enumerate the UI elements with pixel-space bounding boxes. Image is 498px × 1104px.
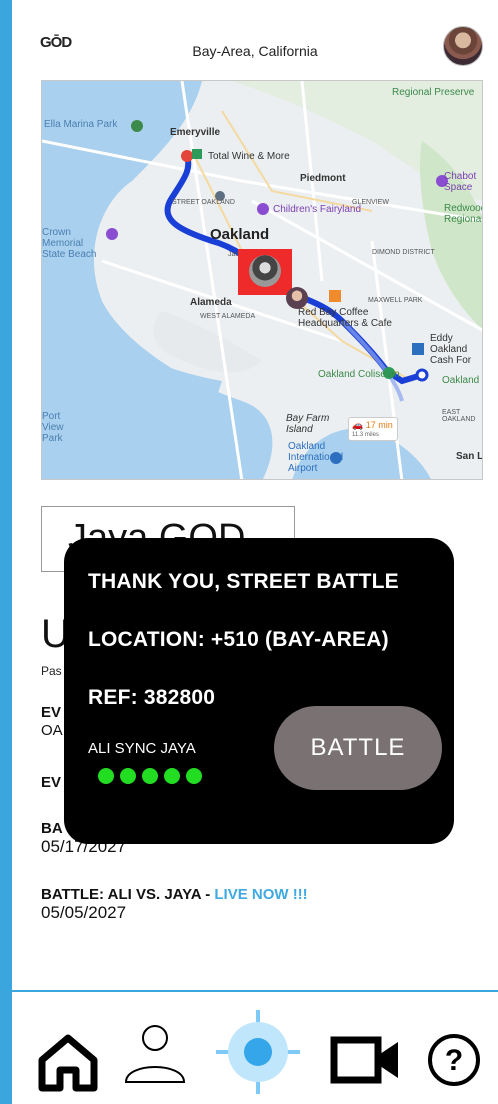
map-label-east-oakland: EAST OAKLAND — [442, 409, 476, 423]
crosshair-icon[interactable] — [216, 1010, 300, 1099]
map-label-chabot: Chabot Space — [444, 171, 477, 193]
eta-distance: 11.3 miles — [352, 432, 379, 438]
location-label: Bay-Area, California — [192, 43, 318, 59]
map-label-maxwell: MAXWELL PARK — [368, 297, 423, 304]
past-events-label: Pas — [41, 664, 62, 678]
eta-time: 17 min — [365, 420, 393, 430]
popup-location: LOCATION: +510 (BAY-AREA) — [88, 628, 389, 651]
profile-avatar[interactable] — [443, 26, 483, 66]
map-label-alameda: Alameda — [190, 297, 232, 308]
map-label-dimond: DIMOND DISTRICT — [372, 249, 435, 256]
popup-ref: REF: 382800 — [88, 686, 216, 709]
map-label-glenview: GLENVIEW — [352, 199, 389, 206]
map-label-piedmont: Piedmont — [300, 173, 346, 184]
map-label-port-park: Port View Park — [42, 411, 64, 444]
top-bar: GŌD Bay-Area, California — [12, 0, 498, 80]
map-label-oakland: Oakland — [210, 226, 270, 243]
map-label-total-wine: Total Wine & More — [208, 151, 290, 162]
sync-dot — [120, 768, 136, 784]
sync-dot — [164, 768, 180, 784]
home-icon[interactable] — [36, 1032, 100, 1097]
map-label-san-leandro: San L — [456, 451, 483, 462]
map-label-coliseum: Oakland Coliseum — [318, 369, 400, 380]
map-label-airport: Oakland International Airport — [288, 441, 344, 474]
event-item[interactable]: EV OA — [41, 704, 63, 740]
map-label-bay-farm: Bay Farm Island — [286, 413, 330, 435]
sync-dot — [186, 768, 202, 784]
map-label-oakland-right: Oakland — [442, 375, 480, 386]
user-icon[interactable] — [122, 1022, 188, 1093]
event-title: BATTLE: ALI VS. JAYA - — [41, 886, 215, 903]
sync-status-label: ALI SYNC JAYA — [88, 740, 196, 757]
battle-location-marker[interactable] — [238, 249, 292, 295]
video-camera-icon[interactable] — [330, 1032, 402, 1093]
bottom-nav: ? — [12, 990, 498, 1104]
map-label-marina: Ella Marina Park — [44, 119, 118, 130]
svg-text:?: ? — [445, 1044, 463, 1077]
sync-progress-dots — [98, 768, 208, 789]
event-title: EV — [41, 704, 62, 721]
map-label-west-alameda: WEST ALAMEDA — [200, 313, 256, 320]
event-item[interactable]: BATTLE: ALI VS. JAYA - LIVE NOW !!! 05/0… — [41, 886, 308, 922]
event-title: EV — [41, 774, 62, 791]
app-screen: GŌD Bay-Area, California Ella Marina Par… — [12, 0, 498, 1104]
popup-thank-you: THANK YOU, STREET BATTLE — [88, 570, 399, 593]
map-label-crown-beach: Crown Memorial State Beach — [42, 227, 97, 260]
sync-dot — [98, 768, 114, 784]
map-view[interactable]: Ella Marina Park Emeryville Total Wine &… — [41, 80, 483, 480]
help-icon[interactable]: ? — [426, 1032, 482, 1093]
map-label-redbay: Red Bay Coffee Headquarters & Cafe — [298, 307, 392, 329]
map-label-regional-preserve: Regional Preserve — [392, 87, 475, 98]
event-subtitle: OA — [41, 722, 63, 739]
live-now-badge[interactable]: LIVE NOW !!! — [214, 886, 307, 903]
map-label-emeryville: Emeryville — [170, 127, 221, 138]
car-icon: 🚗 — [352, 420, 364, 430]
event-date: 05/05/2027 — [41, 903, 127, 922]
map-label-redwood: Redwood Regional — [444, 203, 483, 225]
eta-badge[interactable]: 🚗 17 min 11.3 miles — [348, 417, 398, 441]
opponent-avatar — [249, 255, 281, 287]
battle-confirmation-popup: THANK YOU, STREET BATTLE LOCATION: +510 … — [64, 538, 454, 844]
map-label-eddy: Eddy Oakland Cash For — [430, 333, 472, 366]
user-location-avatar[interactable] — [286, 287, 308, 309]
event-item[interactable]: EV — [41, 774, 61, 792]
sync-dot — [142, 768, 158, 784]
map-label-fairyland: Children's Fairyland — [273, 204, 362, 215]
battle-button[interactable]: BATTLE — [274, 706, 442, 790]
map-label-street-oakland: STREET OAKLAND — [172, 199, 235, 206]
